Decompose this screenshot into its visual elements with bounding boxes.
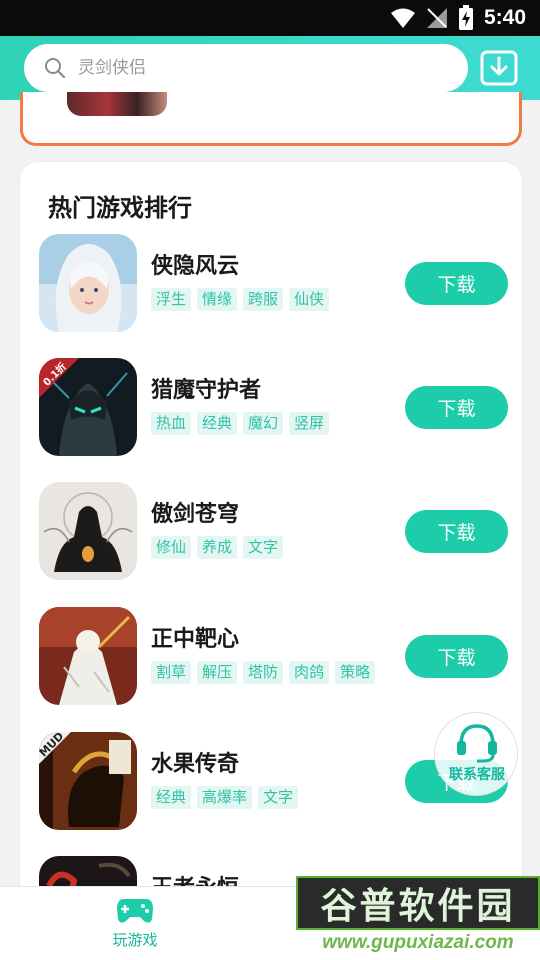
game-row[interactable]: 0.1折 猎魔守护者 热血 经典 魔幻 竖屏 下载 [20, 358, 522, 458]
game-tag: 塔防 [243, 661, 284, 684]
game-row[interactable]: 侠隐风云 浮生 情缘 跨服 仙侠 下载 [20, 234, 522, 334]
game-tag: 策略 [335, 661, 376, 684]
game-icon[interactable]: 0.1折 [39, 358, 137, 456]
game-icon[interactable] [39, 234, 137, 332]
banner-image[interactable] [67, 92, 167, 116]
game-tag: 养成 [197, 536, 238, 559]
search-icon [45, 58, 66, 79]
game-tags: 浮生 情缘 跨服 仙侠 [151, 288, 330, 311]
game-tags: 割草 解压 塔防 肉鸽 策略 [151, 661, 376, 684]
game-icon[interactable]: MUD [39, 732, 137, 830]
game-name: 侠隐风云 [151, 254, 240, 279]
game-tag: 修仙 [151, 536, 192, 559]
game-tag: 文字 [258, 786, 299, 809]
gamepad-icon [117, 899, 153, 923]
game-tag: 跨服 [243, 288, 284, 311]
game-row[interactable]: 正中靶心 割草 解压 塔防 肉鸽 策略 下载 [20, 607, 522, 707]
battery-charging-icon [458, 5, 473, 30]
nav-label: 玩游戏 [112, 931, 158, 949]
signal-off-icon [426, 8, 447, 28]
clock: 5:40 [483, 6, 526, 29]
game-tag: 肉鸽 [289, 661, 330, 684]
banner-card[interactable] [20, 92, 522, 146]
game-icon[interactable] [39, 482, 137, 580]
game-tag: 割草 [151, 661, 192, 684]
download-button[interactable]: 下载 [405, 635, 508, 678]
wifi-icon [390, 8, 415, 28]
game-name: 正中靶心 [151, 627, 240, 652]
search-input[interactable] [78, 58, 438, 78]
game-tag: 热血 [151, 412, 192, 435]
game-tags: 热血 经典 魔幻 竖屏 [151, 412, 330, 435]
game-name: 猎魔守护者 [151, 378, 262, 403]
status-bar: 5:40 [0, 0, 540, 36]
headset-icon [457, 724, 497, 763]
game-row[interactable]: 傲剑苍穹 修仙 养成 文字 下载 [20, 482, 522, 582]
customer-service-label: 联系客服 [449, 767, 505, 783]
game-tag: 情缘 [197, 288, 238, 311]
section-title: 热门游戏排行 [48, 194, 192, 222]
watermark-logo: 谷普软件园 www.gupuxiazai.com [296, 876, 540, 960]
nav-item-play-games[interactable]: 玩游戏 [95, 895, 175, 959]
game-name: 傲剑苍穹 [151, 502, 240, 527]
game-icon[interactable] [39, 607, 137, 705]
watermark-url: www.gupuxiazai.com [322, 932, 514, 953]
game-tag: 浮生 [151, 288, 192, 311]
game-name: 水果传奇 [151, 752, 240, 777]
game-tag: 魔幻 [243, 412, 284, 435]
game-tag: 高爆率 [197, 786, 253, 809]
status-icons: 5:40 [390, 4, 526, 32]
search-bar[interactable] [24, 44, 468, 92]
game-tags: 修仙 养成 文字 [151, 536, 284, 559]
game-tag: 竖屏 [289, 412, 330, 435]
download-button[interactable]: 下载 [405, 510, 508, 553]
game-tag: 经典 [151, 786, 192, 809]
download-manager-icon[interactable] [480, 49, 518, 87]
game-tag: 仙侠 [289, 288, 330, 311]
game-tag: 经典 [197, 412, 238, 435]
watermark-title: 谷普软件园 [296, 876, 540, 930]
download-button[interactable]: 下载 [405, 262, 508, 305]
download-button[interactable]: 下载 [405, 386, 508, 429]
game-tags: 经典 高爆率 文字 [151, 786, 299, 809]
hot-games-card: 热门游戏排行 侠隐风云 浮生 情缘 跨服 仙侠 下载 0.1折 猎魔守护者 热血… [20, 162, 522, 902]
customer-service-button[interactable]: 联系客服 [434, 712, 518, 796]
game-tag: 解压 [197, 661, 238, 684]
game-tag: 文字 [243, 536, 284, 559]
